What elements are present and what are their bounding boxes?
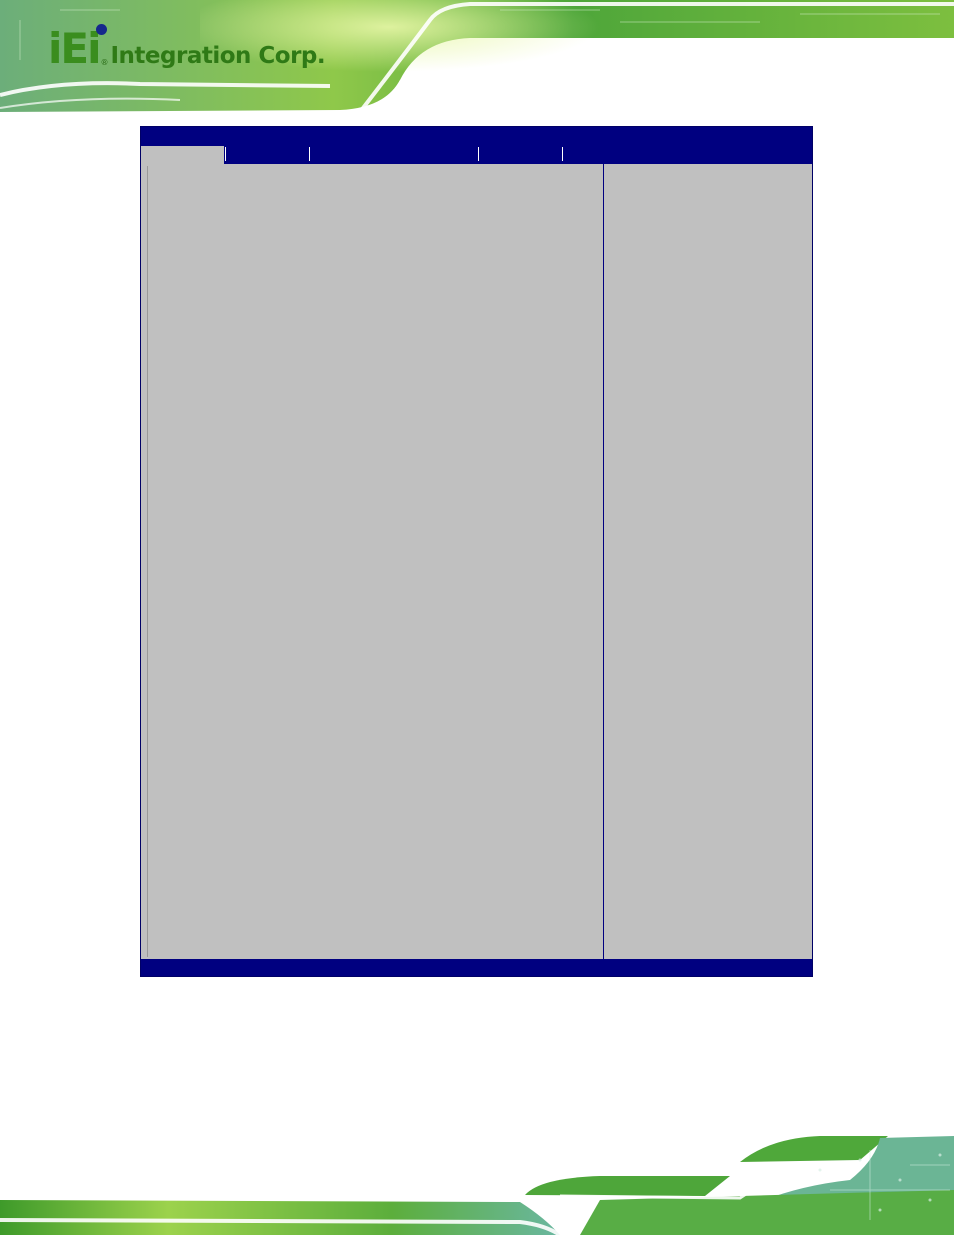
bios-title-bar <box>141 127 812 146</box>
bios-tab-1[interactable] <box>141 146 224 164</box>
bios-tab-5[interactable] <box>563 146 645 164</box>
banner-bottom-graphic <box>0 1136 954 1235</box>
bios-help-panel <box>604 164 812 959</box>
bios-menu-tabs <box>141 146 812 164</box>
logo-dot-icon <box>96 24 107 35</box>
bios-settings-panel <box>141 164 604 959</box>
bios-tab-3[interactable] <box>310 146 477 164</box>
company-logo: iEi ® Integration Corp. <box>48 24 326 70</box>
logo-mark-text: iEi <box>48 24 102 73</box>
logo-registered-mark: ® <box>100 58 109 67</box>
footer-banner <box>0 1130 954 1235</box>
bios-setup-window <box>140 126 813 977</box>
header-banner: iEi ® Integration Corp. <box>0 0 954 115</box>
logo-mark: iEi <box>48 24 107 70</box>
bios-tab-2[interactable] <box>226 146 308 164</box>
panel-inner-border <box>147 166 148 957</box>
logo-wordmark: Integration Corp. <box>110 43 326 69</box>
bios-tab-4[interactable] <box>479 146 561 164</box>
bios-footer-bar <box>141 959 812 976</box>
